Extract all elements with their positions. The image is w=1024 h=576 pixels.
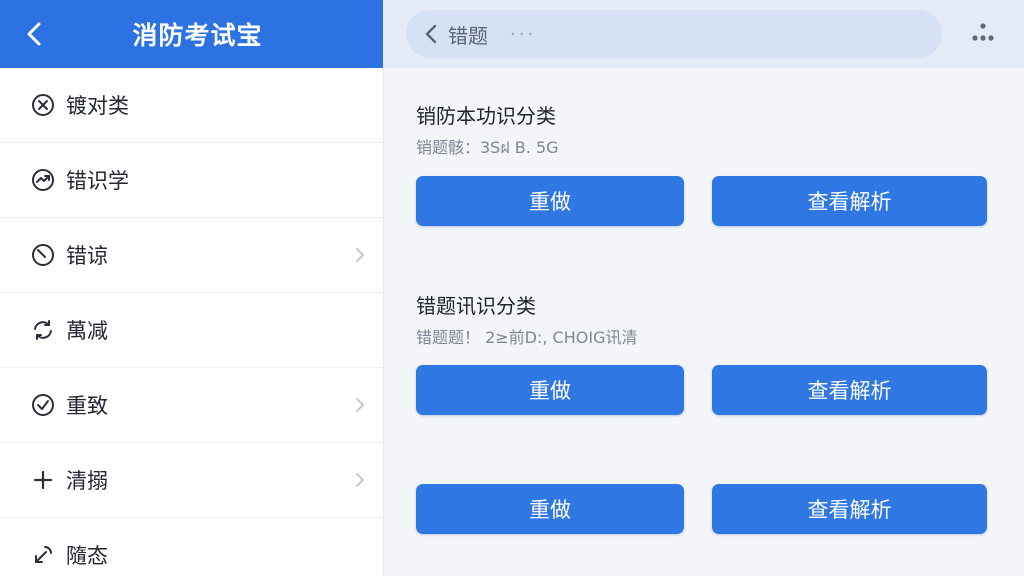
circle-x-icon <box>30 92 56 118</box>
card-subtitle: 销题骸：3Sฝ B. 5G <box>416 138 559 157</box>
sidebar-item-1[interactable]: 错识学 <box>0 143 383 218</box>
app-title: 消防考试宝 <box>132 21 263 50</box>
sidebar-item-label: 重致 <box>66 394 108 418</box>
chevron-right-icon <box>353 395 367 415</box>
sidebar-item-4[interactable]: 重致 <box>0 368 383 443</box>
circle-arrows-icon <box>30 167 56 193</box>
sidebar-item-label: 隨态 <box>66 544 108 568</box>
app-window: 消防考试宝 镀对类 错识学 错谅 萬减 重致 清搦 隨态 错题 ··· 销防本功… <box>0 0 1024 576</box>
more-button[interactable] <box>968 20 998 48</box>
nav-bar: 错题 ··· <box>406 10 942 58</box>
sidebar-menu: 镀对类 错识学 错谅 萬减 重致 清搦 隨态 <box>0 68 383 576</box>
refresh-icon <box>30 317 56 343</box>
circle-slash-icon <box>30 242 56 268</box>
main-panel: 错题 ··· 销防本功识分类 销题骸：3Sฝ B. 5G 重做 查看解析 错题讯… <box>384 0 1024 576</box>
sidebar-item-label: 萬减 <box>66 319 108 343</box>
sidebar-item-3[interactable]: 萬减 <box>0 293 383 368</box>
plus-icon <box>30 467 56 493</box>
view-analysis-button[interactable]: 查看解析 <box>712 365 987 415</box>
sidebar-item-2[interactable]: 错谅 <box>0 218 383 293</box>
chevron-left-icon <box>425 24 437 44</box>
sidebar: 消防考试宝 镀对类 错识学 错谅 萬减 重致 清搦 隨态 <box>0 0 384 576</box>
sidebar-header: 消防考试宝 <box>0 0 383 68</box>
top-bar: 错题 ··· <box>384 0 1024 68</box>
more-dots-icon <box>972 23 994 41</box>
arrow-diagonal-icon <box>30 542 56 568</box>
chevron-right-icon <box>353 470 367 490</box>
card-title: 错题讯识分类 <box>416 294 536 318</box>
sidebar-item-0[interactable]: 镀对类 <box>0 68 383 143</box>
card-title: 销防本功识分类 <box>416 104 556 128</box>
sidebar-item-label: 错识学 <box>66 169 129 193</box>
sidebar-item-6[interactable]: 隨态 <box>0 518 383 576</box>
view-analysis-button[interactable]: 查看解析 <box>712 176 987 226</box>
redo-button[interactable]: 重做 <box>416 484 684 534</box>
ellipsis-icon: ··· <box>510 23 537 45</box>
redo-button[interactable]: 重做 <box>416 365 684 415</box>
redo-button[interactable]: 重做 <box>416 176 684 226</box>
card-subtitle: 错题题！ 2≥前D:, CHOIG讯清 <box>416 328 638 347</box>
sidebar-item-label: 清搦 <box>66 469 108 493</box>
sidebar-item-5[interactable]: 清搦 <box>0 443 383 518</box>
back-button[interactable] <box>420 20 442 48</box>
view-analysis-button[interactable]: 查看解析 <box>712 484 987 534</box>
chevron-right-icon <box>353 245 367 265</box>
sidebar-item-label: 镀对类 <box>66 94 129 118</box>
circle-check-icon <box>30 392 56 418</box>
sidebar-item-label: 错谅 <box>66 244 108 268</box>
page-title: 错题 <box>448 23 488 48</box>
